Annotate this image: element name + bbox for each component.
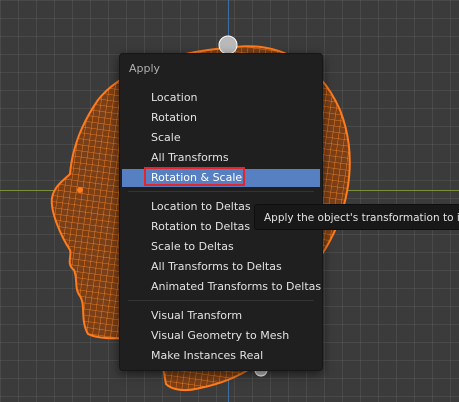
menu-item-location[interactable]: Location xyxy=(122,89,320,107)
tooltip: Apply the object's transformation to its xyxy=(254,204,459,230)
menu-title: Apply xyxy=(129,62,161,75)
vertex-handle-top[interactable] xyxy=(218,35,238,55)
menu-item-visual-geometry-to-mesh[interactable]: Visual Geometry to Mesh xyxy=(122,327,320,345)
highlight-outline xyxy=(144,167,245,186)
menu-separator xyxy=(128,300,314,301)
menu-separator xyxy=(128,191,314,192)
menu-item-all-transforms-to-deltas[interactable]: All Transforms to Deltas xyxy=(122,258,320,276)
menu-item-all-transforms[interactable]: All Transforms xyxy=(122,149,320,167)
menu-item-visual-transform[interactable]: Visual Transform xyxy=(122,307,320,325)
menu-item-scale[interactable]: Scale xyxy=(122,129,320,147)
menu-item-make-instances-real[interactable]: Make Instances Real xyxy=(122,347,320,365)
menu-item-animated-transforms-to-deltas[interactable]: Animated Transforms to Deltas xyxy=(122,278,321,296)
menu-item-scale-to-deltas[interactable]: Scale to Deltas xyxy=(122,238,320,256)
menu-item-rotation[interactable]: Rotation xyxy=(122,109,320,127)
origin-point[interactable] xyxy=(77,187,83,193)
